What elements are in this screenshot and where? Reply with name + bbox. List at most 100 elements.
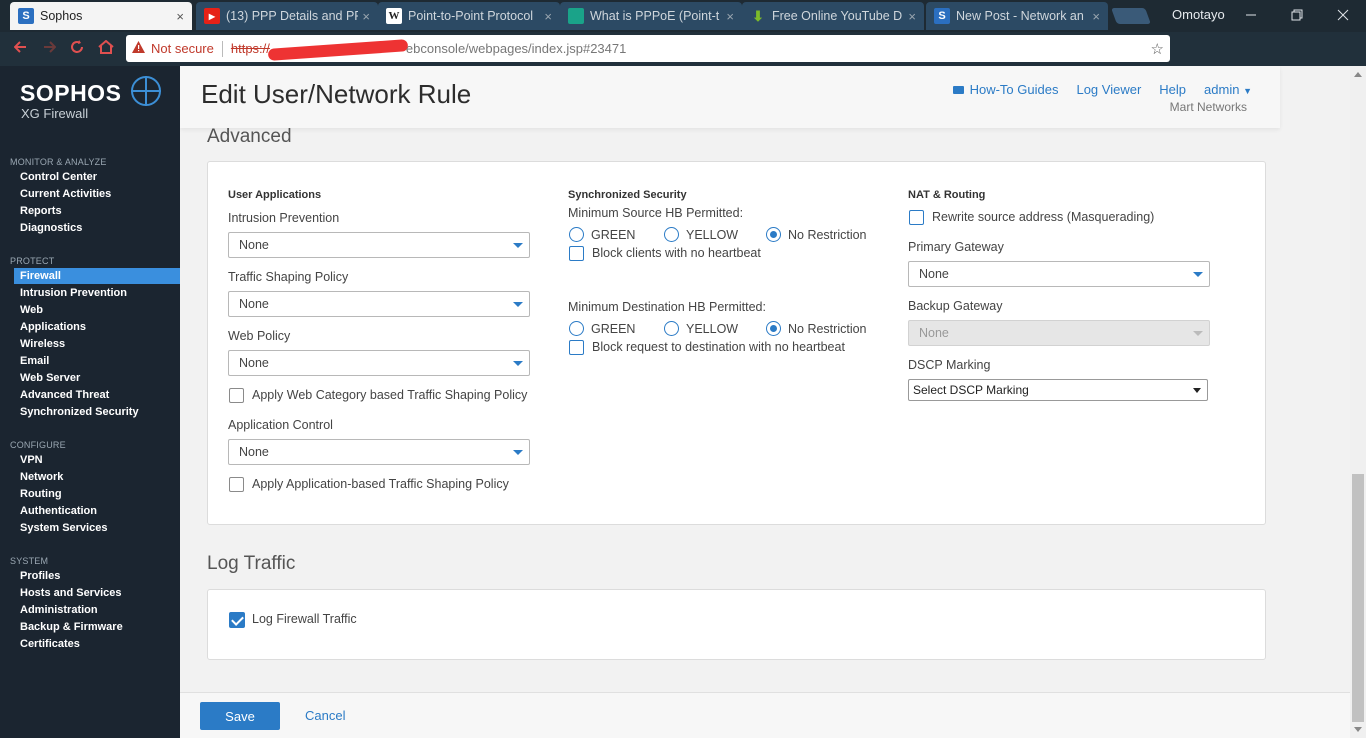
- intrusion-prevention-select[interactable]: None: [228, 232, 530, 258]
- dropdown-caret-icon: [513, 302, 523, 307]
- bookmark-star-icon[interactable]: ☆: [1151, 40, 1164, 58]
- source-hb-no-restriction-radio[interactable]: [766, 227, 781, 242]
- sidebar-item-network[interactable]: Network: [20, 469, 63, 485]
- sidebar-item-system-services[interactable]: System Services: [20, 520, 107, 536]
- sidebar-item-firewall[interactable]: Firewall: [14, 268, 180, 284]
- brand-logo[interactable]: SOPHOS: [20, 80, 121, 107]
- section-configure: CONFIGURE: [10, 440, 66, 450]
- reload-icon[interactable]: [70, 40, 84, 58]
- browser-tab-new-post[interactable]: S New Post - Network an ×: [926, 2, 1108, 30]
- primary-gateway-select[interactable]: None: [908, 261, 1210, 287]
- sidebar-item-reports[interactable]: Reports: [20, 203, 62, 219]
- log-traffic-panel: Log Firewall Traffic: [207, 589, 1266, 660]
- help-link[interactable]: Help: [1159, 82, 1186, 97]
- home-icon[interactable]: [98, 39, 114, 58]
- form-footer: Save Cancel: [180, 692, 1350, 738]
- sidebar-item-hosts-and-services[interactable]: Hosts and Services: [20, 585, 122, 601]
- web-policy-label: Web Policy: [228, 329, 291, 343]
- browser-tab-pppoe[interactable]: What is PPPoE (Point-t ×: [560, 2, 742, 30]
- sidebar-item-certificates[interactable]: Certificates: [20, 636, 80, 652]
- forward-icon[interactable]: [42, 40, 57, 58]
- source-hb-yellow-radio[interactable]: [664, 227, 679, 242]
- sidebar-item-control-center[interactable]: Control Center: [20, 169, 97, 185]
- tab-close-icon[interactable]: ×: [1092, 9, 1100, 24]
- dscp-marking-value: Select DSCP Marking: [913, 383, 1029, 397]
- dest-hb-no-restriction-radio[interactable]: [766, 321, 781, 336]
- sidebar-item-intrusion-prevention[interactable]: Intrusion Prevention: [20, 285, 127, 301]
- tab-close-icon[interactable]: ×: [362, 9, 370, 24]
- close-window-icon[interactable]: [1320, 0, 1366, 30]
- sophos-favicon-icon: S: [934, 8, 950, 24]
- dropdown-caret-icon: [1193, 388, 1201, 393]
- dscp-marking-select[interactable]: Select DSCP Marking: [908, 379, 1208, 401]
- source-hb-green-radio[interactable]: [569, 227, 584, 242]
- product-name: XG Firewall: [21, 106, 89, 121]
- dropdown-caret-icon: [1193, 331, 1203, 336]
- tab-close-icon[interactable]: ×: [726, 9, 734, 24]
- sidebar-item-routing[interactable]: Routing: [20, 486, 62, 502]
- minimize-icon[interactable]: [1228, 0, 1274, 30]
- sidebar-item-email[interactable]: Email: [20, 353, 49, 369]
- browser-tab-sophos[interactable]: S Sophos ×: [10, 2, 192, 30]
- sidebar-item-wireless[interactable]: Wireless: [20, 336, 65, 352]
- address-bar[interactable]: Not secure https:// ebconsole/webpages/in…: [126, 35, 1170, 62]
- sophos-logo-icon: [131, 76, 161, 106]
- restore-icon[interactable]: [1274, 0, 1320, 30]
- scroll-up-icon[interactable]: [1354, 72, 1362, 77]
- app-shaping-checkbox[interactable]: [229, 477, 244, 492]
- user-applications-title: User Applications: [228, 189, 322, 201]
- section-monitor: MONITOR & ANALYZE: [10, 157, 107, 167]
- sidebar-item-vpn[interactable]: VPN: [20, 452, 43, 468]
- tab-close-icon[interactable]: ×: [176, 9, 184, 24]
- sidebar-item-administration[interactable]: Administration: [20, 602, 98, 618]
- tab-close-icon[interactable]: ×: [544, 9, 552, 24]
- back-icon[interactable]: [13, 40, 28, 58]
- how-to-guides-link[interactable]: How-To Guides: [952, 82, 1058, 97]
- section-protect: PROTECT: [10, 256, 55, 266]
- traffic-shaping-select[interactable]: None: [228, 291, 530, 317]
- backup-gateway-select: None: [908, 320, 1210, 346]
- cancel-button[interactable]: Cancel: [305, 708, 345, 723]
- admin-menu[interactable]: admin ▼: [1204, 82, 1252, 97]
- page-header: Edit User/Network Rule How-To Guides Log…: [180, 66, 1280, 128]
- browser-profile-name[interactable]: Omotayo: [1172, 7, 1225, 22]
- dest-hb-green-radio[interactable]: [569, 321, 584, 336]
- tab-title: Sophos: [40, 9, 83, 23]
- sidebar-item-backup-firmware[interactable]: Backup & Firmware: [20, 619, 123, 635]
- application-control-select[interactable]: None: [228, 439, 530, 465]
- browser-tab-youtube[interactable]: ▶ (13) PPP Details and PP ×: [196, 2, 378, 30]
- sidebar-item-current-activities[interactable]: Current Activities: [20, 186, 111, 202]
- masquerade-checkbox[interactable]: [909, 210, 924, 225]
- new-tab-button[interactable]: [1111, 8, 1151, 24]
- log-viewer-link[interactable]: Log Viewer: [1076, 82, 1141, 97]
- url-text[interactable]: https:// ebconsole/webpages/index.jsp#234…: [231, 38, 626, 61]
- browser-tab-youtube-downloader[interactable]: ⬇ Free Online YouTube D ×: [742, 2, 924, 30]
- scrollbar-thumb[interactable]: [1352, 474, 1364, 722]
- save-button[interactable]: Save: [200, 702, 280, 730]
- application-control-label: Application Control: [228, 418, 333, 432]
- sidebar-item-applications[interactable]: Applications: [20, 319, 86, 335]
- sophos-favicon-icon: S: [18, 8, 34, 24]
- dest-hb-yellow-radio[interactable]: [664, 321, 679, 336]
- tab-title: Free Online YouTube D: [772, 9, 903, 23]
- page-scrollbar[interactable]: [1350, 66, 1366, 738]
- section-system: SYSTEM: [10, 556, 49, 566]
- sidebar-item-web[interactable]: Web: [20, 302, 43, 318]
- sidebar-item-authentication[interactable]: Authentication: [20, 503, 97, 519]
- log-firewall-traffic-checkbox[interactable]: [229, 612, 245, 628]
- sidebar-item-web-server[interactable]: Web Server: [20, 370, 80, 386]
- sidebar-item-profiles[interactable]: Profiles: [20, 568, 60, 584]
- web-category-shaping-checkbox[interactable]: [229, 388, 244, 403]
- sidebar-item-synchronized-security[interactable]: Synchronized Security: [20, 404, 139, 420]
- block-destination-checkbox[interactable]: [569, 340, 584, 355]
- security-status[interactable]: Not secure: [151, 41, 214, 56]
- scroll-down-icon[interactable]: [1354, 727, 1362, 732]
- nat-routing-title: NAT & Routing: [908, 189, 986, 201]
- min-dest-hb-label: Minimum Destination HB Permitted:: [568, 300, 766, 314]
- tab-close-icon[interactable]: ×: [908, 9, 916, 24]
- browser-tab-wikipedia[interactable]: W Point-to-Point Protocol ×: [378, 2, 560, 30]
- web-policy-select[interactable]: None: [228, 350, 530, 376]
- block-clients-checkbox[interactable]: [569, 246, 584, 261]
- sidebar-item-advanced-threat[interactable]: Advanced Threat: [20, 387, 109, 403]
- sidebar-item-diagnostics[interactable]: Diagnostics: [20, 220, 82, 236]
